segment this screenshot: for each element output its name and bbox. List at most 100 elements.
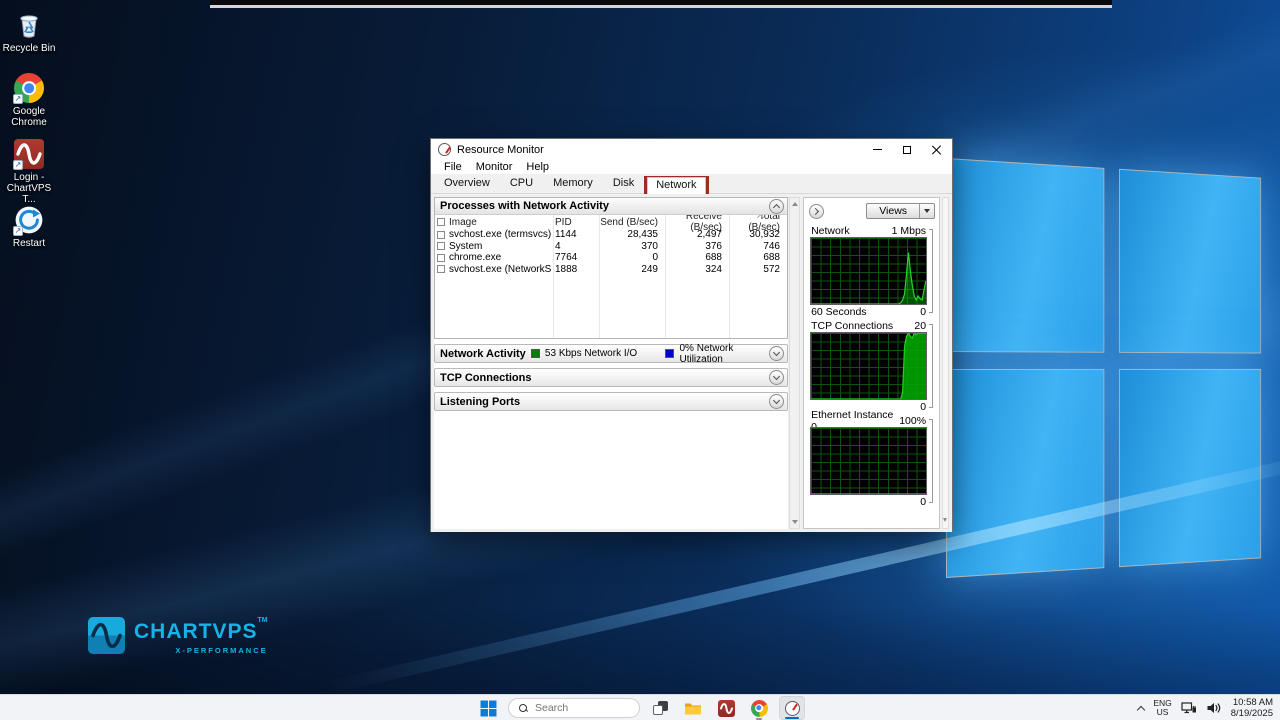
desktop-icon-label: Login - ChartVPS T... [0, 172, 58, 206]
cell-send: 28,435 [597, 229, 663, 240]
vertical-scrollbar[interactable] [789, 197, 800, 529]
graph-max-label: 1 Mbps [892, 225, 926, 237]
legend-label-utilization: 0% Network Utilization [679, 343, 769, 365]
scale-bracket [929, 419, 933, 503]
collapse-pane-button[interactable] [769, 199, 784, 214]
processes-table: Image PID Send (B/sec) Receive (B/sec) T… [435, 215, 787, 338]
tab-network[interactable]: Network [647, 177, 705, 195]
ethernet-graph-block: Ethernet Instance 0 100% 0 [810, 414, 927, 508]
volume-tray-icon[interactable] [1206, 701, 1222, 715]
recycle-bin-icon [13, 8, 45, 40]
rdp-connection-bar[interactable] [210, 0, 1112, 8]
section-title: Network Activity [440, 348, 531, 360]
section-tcp-connections[interactable]: TCP Connections [434, 368, 788, 387]
cell-image: svchost.exe (termsvcs) [449, 229, 551, 240]
graph-zero-label: 0 [920, 496, 926, 508]
desktop-icon-google-chrome[interactable]: ↗ Google Chrome [0, 73, 58, 128]
col-image[interactable]: Image [449, 217, 477, 228]
views-button[interactable]: Views [866, 203, 935, 219]
desktop-icon-recycle-bin[interactable]: Recycle Bin [0, 8, 58, 54]
tab-memory[interactable]: Memory [543, 174, 603, 193]
chartvps-brand-logo: CHARTVPSTM X-PERFORMANCE [88, 617, 268, 655]
scroll-down-arrow[interactable] [792, 520, 798, 524]
col-receive[interactable]: Receive (B/sec) [663, 215, 727, 233]
tcp-connections-graph [810, 332, 927, 400]
brand-tagline: X-PERFORMANCE [134, 646, 268, 655]
collapse-graphs-button[interactable] [809, 204, 824, 219]
start-button[interactable] [475, 696, 501, 720]
graphs-panel: Views Network 1 Mbps 60 Seconds 0 [803, 197, 940, 529]
shortcut-arrow-icon: ↗ [13, 226, 23, 236]
row-checkbox[interactable] [437, 242, 445, 250]
desktop-icon-label: Google Chrome [0, 106, 58, 128]
expand-section-button[interactable] [769, 370, 784, 385]
table-header-row[interactable]: Image PID Send (B/sec) Receive (B/sec) T… [435, 215, 787, 229]
expand-section-button[interactable] [769, 394, 784, 409]
tcp-graph-block: TCP Connections 20 0 [810, 319, 927, 413]
views-button-label[interactable]: Views [867, 204, 919, 218]
menu-monitor[interactable]: Monitor [469, 161, 520, 173]
graph-max-label: 20 [914, 320, 926, 332]
windows-logo-pane [1119, 369, 1261, 568]
graph-x-label: 60 Seconds [811, 306, 866, 318]
select-all-checkbox[interactable] [437, 218, 445, 226]
chevron-down-icon [773, 397, 780, 404]
minimize-button[interactable] [862, 139, 892, 160]
tab-overview[interactable]: Overview [434, 174, 500, 193]
window-content: Processes with Network Activity Image PI… [431, 194, 952, 532]
table-row[interactable]: System 4 370 376 746 [435, 241, 787, 253]
language-indicator[interactable]: ENG US [1153, 699, 1171, 718]
search-input[interactable] [535, 702, 625, 714]
network-tab-highlight-box: Network [644, 176, 708, 194]
network-tray-icon[interactable] [1181, 701, 1197, 715]
row-checkbox[interactable] [437, 254, 445, 262]
panel-scrollbar[interactable] [942, 197, 949, 529]
tray-overflow-chevron-icon[interactable] [1137, 705, 1145, 713]
chevron-right-icon [812, 207, 819, 214]
window-titlebar[interactable]: Resource Monitor [431, 139, 952, 160]
windows-logo-pane [1119, 169, 1261, 353]
menu-help[interactable]: Help [519, 161, 556, 173]
chartvps-app-button[interactable] [713, 696, 739, 720]
chartvps-app-icon: ↗ [14, 139, 44, 169]
task-view-button[interactable] [647, 696, 673, 720]
scroll-up-arrow[interactable] [792, 202, 798, 206]
cell-receive: 376 [663, 241, 727, 252]
scroll-down-arrow[interactable] [943, 518, 947, 522]
close-button[interactable] [922, 139, 952, 160]
table-row[interactable]: chrome.exe 7764 0 688 688 [435, 252, 787, 264]
cell-receive: 324 [663, 264, 727, 275]
tab-disk[interactable]: Disk [603, 174, 644, 193]
shortcut-arrow-icon: ↗ [13, 160, 23, 170]
scale-bracket [929, 324, 933, 408]
menu-file[interactable]: File [437, 161, 469, 173]
col-total[interactable]: Total (B/sec) [727, 215, 785, 233]
resource-monitor-icon [785, 701, 800, 716]
active-indicator [785, 717, 799, 720]
col-pid[interactable]: PID [551, 217, 597, 228]
row-checkbox[interactable] [437, 231, 445, 239]
expand-section-button[interactable] [769, 346, 784, 361]
cell-receive: 688 [663, 252, 727, 263]
cell-image: svchost.exe (NetworkService... [449, 264, 551, 275]
processes-pane-header[interactable]: Processes with Network Activity [435, 198, 787, 215]
views-dropdown-arrow[interactable] [919, 204, 934, 218]
taskbar-clock[interactable]: 10:58 AM 8/19/2025 [1231, 697, 1273, 720]
file-explorer-button[interactable] [680, 696, 706, 720]
col-send[interactable]: Send (B/sec) [597, 217, 663, 228]
graph-max-label: 100% [899, 415, 926, 427]
table-row[interactable]: svchost.exe (NetworkService... 1888 249 … [435, 264, 787, 276]
desktop-icon-restart[interactable]: ↗ Restart [0, 205, 58, 249]
chrome-taskbar-button[interactable] [746, 696, 772, 720]
section-listening-ports[interactable]: Listening Ports [434, 392, 788, 411]
row-checkbox[interactable] [437, 265, 445, 273]
tab-cpu[interactable]: CPU [500, 174, 543, 193]
cell-send: 370 [597, 241, 663, 252]
taskbar-search[interactable] [508, 698, 640, 718]
maximize-button[interactable] [892, 139, 922, 160]
cell-pid: 1144 [551, 229, 597, 240]
window-title: Resource Monitor [457, 144, 862, 156]
resource-monitor-taskbar-button[interactable] [779, 696, 805, 720]
section-network-activity[interactable]: Network Activity 53 Kbps Network I/O 0% … [434, 344, 788, 363]
desktop-icon-login-chartvps[interactable]: ↗ Login - ChartVPS T... [0, 139, 58, 206]
